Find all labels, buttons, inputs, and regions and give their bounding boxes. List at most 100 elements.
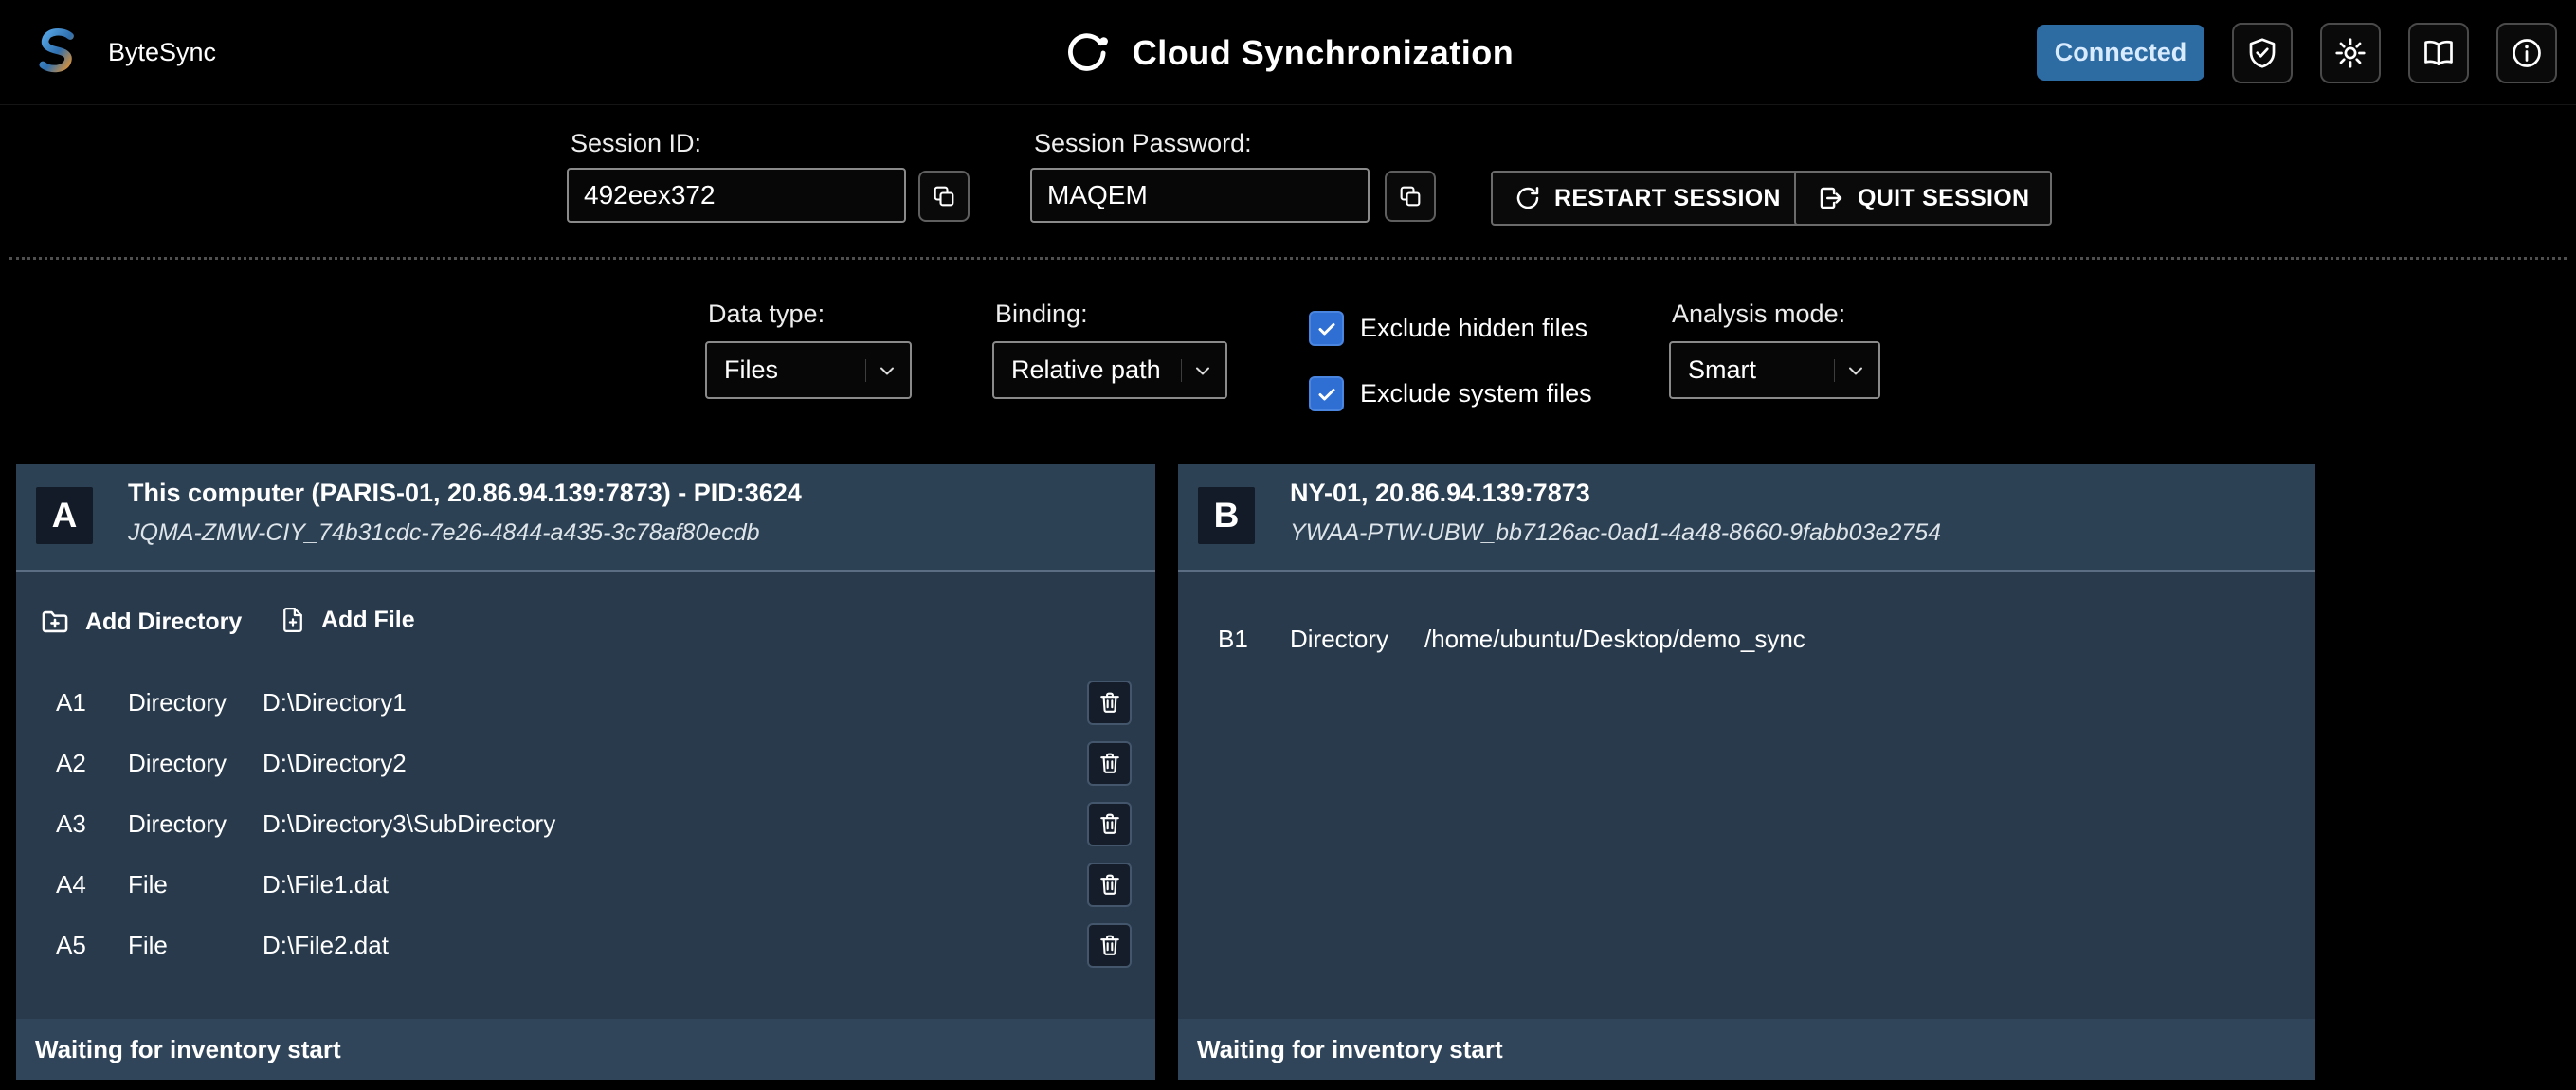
source-type: Directory — [128, 808, 227, 838]
source-path: D:\Directory1 — [263, 687, 407, 717]
data-type-select[interactable]: Files — [705, 341, 912, 399]
chevron-down-icon — [1181, 358, 1214, 382]
status-text: Waiting for inventory start — [1197, 1034, 1503, 1063]
binding-value: Relative path — [1011, 355, 1161, 384]
source-id: A3 — [56, 808, 86, 838]
top-bar: ByteSync Cloud Synchronization Connected — [0, 0, 2576, 105]
data-source-row: A2 Directory D:\Directory2 — [16, 733, 1155, 793]
shield-check-icon — [2245, 36, 2279, 70]
member-letter-badge: A — [36, 487, 93, 544]
dashed-separator — [9, 257, 2567, 260]
settings-button[interactable] — [2320, 22, 2381, 83]
info-icon — [2510, 36, 2544, 70]
copy-icon — [1397, 183, 1424, 209]
source-id: A2 — [56, 748, 86, 777]
remove-source-button[interactable] — [1087, 801, 1132, 846]
analysis-mode-value: Smart — [1688, 355, 1757, 384]
panel-b-body: B1 Directory /home/ubuntu/Desktop/demo_s… — [1178, 573, 2315, 1019]
panel-b-status: Waiting for inventory start — [1178, 1019, 2315, 1080]
brand-name: ByteSync — [108, 38, 217, 66]
member-panel-a: A This computer (PARIS-01, 20.86.94.139:… — [16, 464, 1155, 1080]
open-book-icon — [2422, 36, 2456, 70]
trash-icon — [1097, 932, 1123, 958]
data-type-value: Files — [724, 355, 779, 384]
about-button[interactable] — [2496, 22, 2557, 83]
source-type: Directory — [128, 687, 227, 717]
quit-session-button[interactable]: QUIT SESSION — [1794, 171, 2053, 226]
member-letter-badge: B — [1198, 487, 1255, 544]
binding-label: Binding: — [995, 300, 1088, 328]
binding-select[interactable]: Relative path — [992, 341, 1227, 399]
brand: ByteSync — [25, 0, 216, 105]
documentation-button[interactable] — [2408, 22, 2469, 83]
data-source-row: A3 Directory D:\Directory3\SubDirectory — [16, 793, 1155, 854]
source-id: A4 — [56, 869, 86, 899]
data-source-row: A4 File D:\File1.dat — [16, 854, 1155, 915]
page-title-text: Cloud Synchronization — [1132, 32, 1515, 72]
data-source-row: A5 File D:\File2.dat — [16, 915, 1155, 975]
data-source-list: A1 Directory D:\Directory1 A2 Directory … — [16, 672, 1155, 975]
add-directory-label: Add Directory — [85, 608, 243, 635]
data-source-row: B1 Directory /home/ubuntu/Desktop/demo_s… — [1178, 609, 2315, 669]
bytesync-logo-icon — [25, 22, 87, 84]
source-path: /home/ubuntu/Desktop/demo_sync — [1424, 624, 1805, 653]
member-client-id: JQMA-ZMW-CIY_74b31cdc-7e26-4844-a435-3c7… — [128, 519, 760, 546]
data-source-row: A1 Directory D:\Directory1 — [16, 672, 1155, 733]
exclude-hidden-files-checkbox[interactable] — [1309, 311, 1344, 346]
member-title: This computer (PARIS-01, 20.86.94.139:78… — [128, 479, 802, 507]
exclude-hidden-files-label: Exclude hidden files — [1360, 314, 1588, 342]
remove-source-button[interactable] — [1087, 680, 1132, 725]
top-bar-actions: Connected — [2037, 0, 2557, 105]
restart-session-label: RESTART SESSION — [1554, 184, 1781, 211]
source-type: Directory — [128, 748, 227, 777]
panel-a-body: Add Directory Add File A1 Directory D:\D… — [16, 573, 1155, 1019]
remove-source-button[interactable] — [1087, 922, 1132, 968]
source-id: B1 — [1218, 624, 1248, 653]
data-source-list: B1 Directory /home/ubuntu/Desktop/demo_s… — [1178, 609, 2315, 669]
source-id: A1 — [56, 687, 86, 717]
copy-icon — [931, 183, 957, 209]
session-password-input[interactable] — [1030, 168, 1370, 223]
connection-status-badge[interactable]: Connected — [2037, 25, 2204, 81]
copy-session-id-button[interactable] — [918, 171, 970, 222]
source-path: D:\File1.dat — [263, 869, 389, 899]
app-window: ByteSync Cloud Synchronization Connected — [0, 0, 2576, 1090]
session-id-input[interactable] — [567, 168, 906, 223]
copy-session-password-button[interactable] — [1385, 171, 1436, 222]
quit-session-label: QUIT SESSION — [1858, 184, 2030, 211]
file-plus-icon — [279, 606, 307, 634]
trusted-network-button[interactable] — [2232, 22, 2293, 83]
sync-ring-icon — [1062, 28, 1112, 78]
folder-plus-icon — [39, 606, 71, 638]
add-file-button[interactable]: Add File — [279, 606, 415, 634]
add-directory-button[interactable]: Add Directory — [39, 606, 242, 638]
data-type-label: Data type: — [708, 300, 825, 328]
trash-icon — [1097, 689, 1123, 716]
add-file-label: Add File — [321, 606, 415, 633]
source-type: Directory — [1290, 624, 1389, 653]
check-icon — [1315, 383, 1338, 406]
source-type: File — [128, 869, 168, 899]
remove-source-button[interactable] — [1087, 740, 1132, 786]
exclude-system-files-label: Exclude system files — [1360, 379, 1592, 408]
source-path: D:\Directory3\SubDirectory — [263, 808, 556, 838]
logout-icon — [1817, 184, 1845, 212]
source-type: File — [128, 930, 168, 959]
source-id: A5 — [56, 930, 86, 959]
source-path: D:\File2.dat — [263, 930, 389, 959]
member-panel-b: B NY-01, 20.86.94.139:7873 YWAA-PTW-UBW_… — [1178, 464, 2315, 1080]
analysis-mode-select[interactable]: Smart — [1669, 341, 1880, 399]
panel-a-status: Waiting for inventory start — [16, 1019, 1155, 1080]
trash-icon — [1097, 810, 1123, 837]
chevron-down-icon — [1834, 358, 1867, 382]
panel-a-header: A This computer (PARIS-01, 20.86.94.139:… — [16, 464, 1155, 572]
exclude-hidden-files-option: Exclude hidden files — [1309, 311, 1587, 346]
panel-b-header: B NY-01, 20.86.94.139:7873 YWAA-PTW-UBW_… — [1178, 464, 2315, 572]
exclude-system-files-checkbox[interactable] — [1309, 376, 1344, 411]
restart-session-button[interactable]: RESTART SESSION — [1491, 171, 1804, 226]
analysis-mode-label: Analysis mode: — [1672, 300, 1846, 328]
trash-icon — [1097, 871, 1123, 898]
exclude-system-files-option: Exclude system files — [1309, 376, 1592, 411]
remove-source-button[interactable] — [1087, 862, 1132, 907]
source-path: D:\Directory2 — [263, 748, 407, 777]
